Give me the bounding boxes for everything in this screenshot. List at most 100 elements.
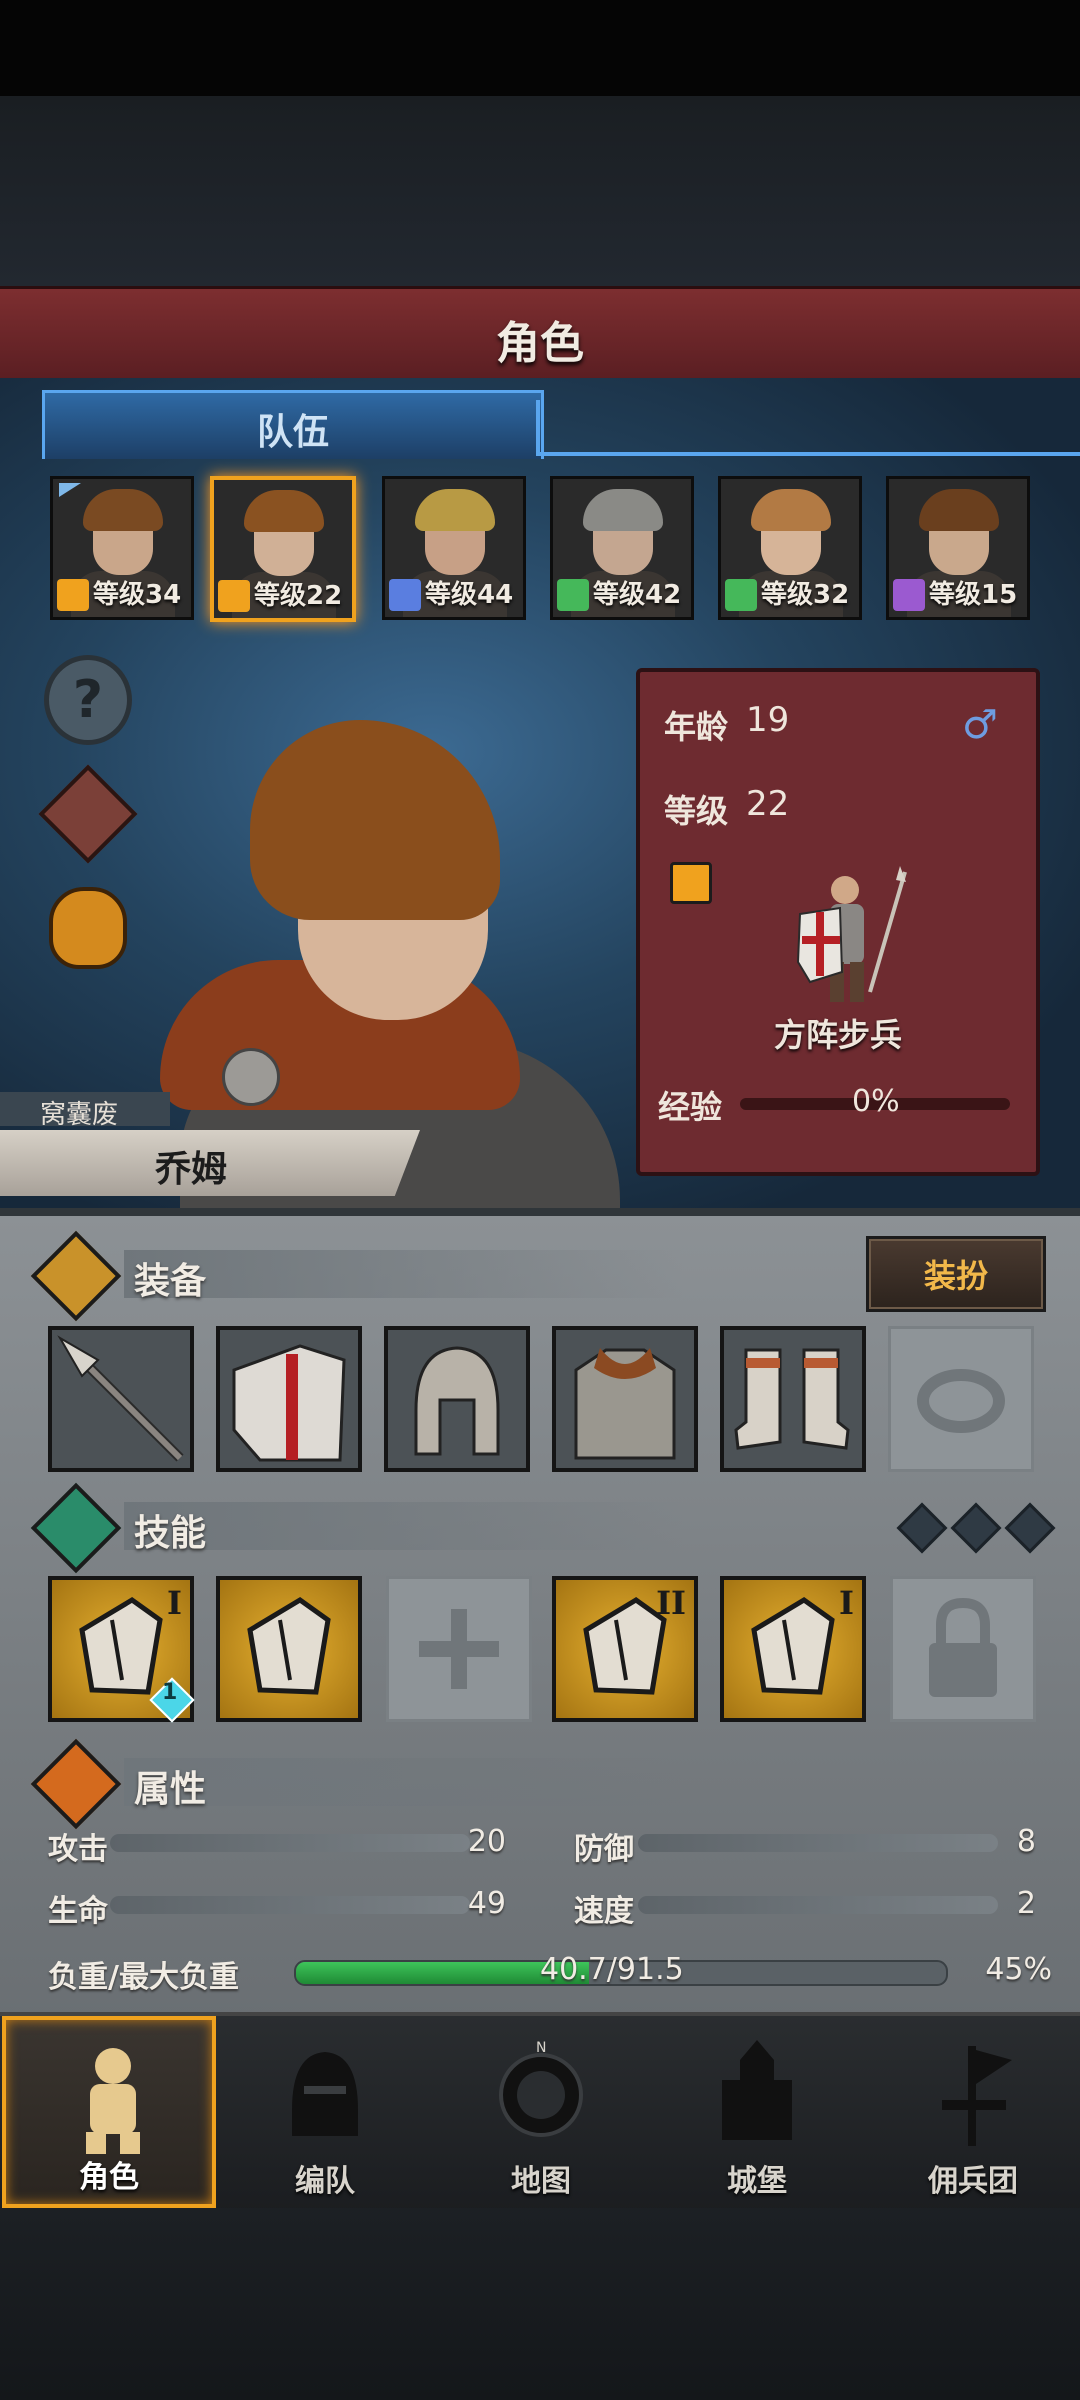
exp-label: 经验 <box>658 1088 723 1126</box>
class-shield-icon <box>670 862 712 904</box>
nav-helmet[interactable]: 编队 <box>218 2016 432 2208</box>
level-label: 等级 <box>664 792 729 830</box>
tab-divider <box>536 400 540 456</box>
skill-icon <box>247 1597 331 1695</box>
star-icon <box>30 1482 122 1574</box>
chainmail-icon <box>574 1348 676 1460</box>
skill-slot-3[interactable] <box>386 1576 532 1722</box>
skill-slot-1[interactable]: I1 <box>48 1576 195 1723</box>
exp-percent: 0% <box>852 1084 900 1119</box>
name-banner[interactable]: 乔姆 <box>0 1130 420 1196</box>
party-member-5[interactable]: 等级32 <box>718 476 862 620</box>
skill-gem-icon <box>896 1502 948 1554</box>
party-member-4[interactable]: 等级42 <box>550 476 694 620</box>
party-member-2[interactable]: 等级22 <box>210 476 356 622</box>
nav-banner[interactable]: 佣兵团 <box>866 2016 1080 2208</box>
hero-brooch <box>222 1048 280 1106</box>
screen: 角色 队伍 等级34 等级22 等级44 等级42 等级32 等级15 ? 窝囊废 乔姆 … <box>0 0 1080 2400</box>
dress-up-button[interactable]: 装扮 <box>866 1236 1046 1312</box>
nav-knight[interactable]: 角色 <box>2 2016 216 2208</box>
shield-icon <box>218 580 250 612</box>
helmet-icon <box>414 1346 500 1456</box>
bag-icon <box>49 887 127 969</box>
nav-label: 佣兵团 <box>928 2164 1018 2199</box>
portrait-hair <box>244 490 324 532</box>
title-bar: 角色 <box>0 286 1080 386</box>
hp-value: 49 <box>467 1886 506 1921</box>
skill-gem-icon <box>1004 1502 1056 1554</box>
equip-slot-weapon[interactable] <box>48 1326 194 1472</box>
speed-label: 速度 <box>574 1894 634 1929</box>
party-level: 等级15 <box>929 580 1018 610</box>
equip-slot-helmet[interactable] <box>384 1326 530 1472</box>
nav-label: 城堡 <box>727 2164 787 2199</box>
banner-icon <box>942 2046 1012 2146</box>
portrait-hair <box>83 489 163 531</box>
attributes-header: 属性 <box>30 1738 1044 1830</box>
skill-slot-6[interactable] <box>890 1576 1036 1722</box>
person-attr-icon <box>30 1738 122 1830</box>
unit-class-name: 方阵步兵 <box>773 1016 902 1054</box>
nickname: 窝囊废 <box>40 1100 119 1130</box>
sword-icon <box>389 579 421 611</box>
defense-bar <box>638 1834 998 1852</box>
skill-slot-4[interactable]: II <box>552 1576 698 1722</box>
defense-value: 8 <box>1016 1824 1036 1859</box>
empty-skill-cross-icon <box>419 1609 499 1689</box>
character-name: 乔姆 <box>155 1149 228 1190</box>
defense-label: 防御 <box>574 1832 634 1867</box>
equip-slot-boots[interactable] <box>720 1326 866 1472</box>
nav-compass[interactable]: N 地图 <box>434 2016 648 2208</box>
page-title: 角色 <box>496 318 584 369</box>
skill-points <box>896 1502 1056 1554</box>
bow-icon <box>725 579 757 611</box>
portrait-hair <box>751 489 831 531</box>
header-strip <box>124 1502 684 1550</box>
skill-rank: I <box>839 1584 854 1622</box>
equip-slot-shield[interactable] <box>216 1326 362 1472</box>
svg-text:N: N <box>536 2040 546 2056</box>
compass-icon: N <box>499 2040 583 2137</box>
equip-slot-armor[interactable] <box>552 1326 698 1472</box>
ring-icon <box>917 1369 1005 1433</box>
skill-badge-count: 1 <box>162 1680 178 1705</box>
bow-icon <box>557 579 589 611</box>
load-label: 负重/最大负重 <box>48 1960 239 1995</box>
shield-icon <box>57 579 89 611</box>
skills-header: 技能 <box>30 1482 1044 1574</box>
attack-bar <box>110 1834 470 1852</box>
help-button[interactable]: ? <box>44 655 132 745</box>
skill-slot-5[interactable]: I <box>720 1576 866 1722</box>
knight-icon <box>86 2048 140 2154</box>
character-detail-button[interactable] <box>38 764 138 864</box>
person-icon <box>38 764 138 864</box>
nav-castle[interactable]: 城堡 <box>650 2016 864 2208</box>
equip-slot-ring[interactable] <box>888 1326 1034 1472</box>
skill-rank: I <box>167 1584 182 1622</box>
nav-label: 角色 <box>79 2160 139 2195</box>
inventory-bag-button[interactable] <box>44 884 132 972</box>
unit-figure <box>796 866 907 1002</box>
dress-up-label: 装扮 <box>923 1257 988 1295</box>
skill-rank: II <box>656 1584 686 1622</box>
speed-bar <box>638 1896 998 1914</box>
tab-team[interactable]: 队伍 <box>42 390 544 459</box>
party-member-1[interactable]: 等级34 <box>50 476 194 620</box>
party-level: 等级34 <box>93 580 182 610</box>
tab-team-label: 队伍 <box>256 412 329 453</box>
cross-icon <box>30 1230 122 1322</box>
party-member-6[interactable]: 等级15 <box>886 476 1030 620</box>
portrait-hair <box>415 489 495 531</box>
hp-bar <box>110 1896 470 1914</box>
party-level: 等级44 <box>425 580 514 610</box>
party-level: 等级32 <box>761 580 850 610</box>
skill-gem-icon <box>950 1502 1002 1554</box>
shield-icon <box>232 1344 346 1462</box>
load-percent: 45% <box>985 1952 1052 1987</box>
party-member-3[interactable]: 等级44 <box>382 476 526 620</box>
nickname-tag: 窝囊废 <box>0 1092 170 1130</box>
age-value: 19 <box>746 700 790 740</box>
nav-label: 地图 <box>511 2164 571 2199</box>
skill-slot-2[interactable] <box>216 1576 362 1722</box>
equipment-title: 装备 <box>134 1261 207 1302</box>
